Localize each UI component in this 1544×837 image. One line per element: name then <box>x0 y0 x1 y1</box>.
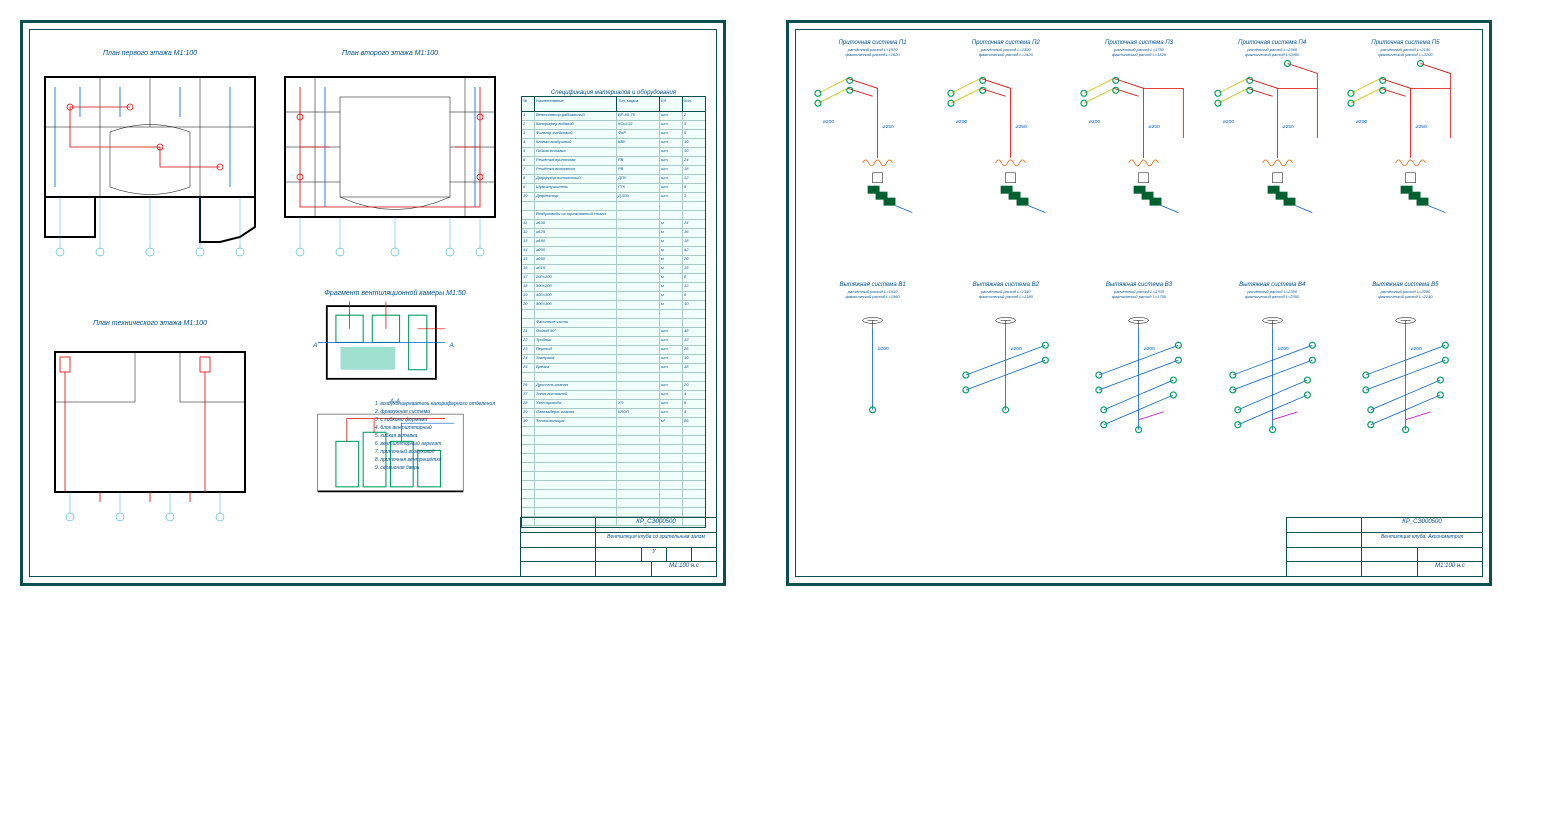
spec-row: 3Фильтр ячейковыйФяРшт5 <box>522 130 705 139</box>
spec-row: 1Вентилятор радиальныйВР-80-75шт2 <box>522 112 705 121</box>
svg-text:А: А <box>449 342 454 349</box>
plan2-title: План второго этажа М1:100 <box>280 50 500 57</box>
legend-item: 1. воздухонагреватель калориферного отде… <box>375 400 495 408</box>
spec-row: 21Отвод 90°шт48 <box>522 328 705 337</box>
supply-system-3: Приточная система П3расчётный расход L=1… <box>1074 40 1203 278</box>
legend-list: 1. воздухонагреватель калориферного отде… <box>375 400 495 472</box>
spec-row: 20500×300м10 <box>522 301 705 310</box>
svg-text:⌀250: ⌀250 <box>1282 124 1293 130</box>
drawing-sheet-1: План первого этажа М1:100 <box>20 20 726 586</box>
spec-row <box>522 454 705 463</box>
spec-row: 9ШумоглушительГТКшт5 <box>522 184 705 193</box>
spec-row: 16⌀315м15 <box>522 265 705 274</box>
spec-row: 6Решётка приточнаяРВшт24 <box>522 157 705 166</box>
spec-row: 26Дроссель-клапаншт20 <box>522 382 705 391</box>
first-floor-plan: План первого этажа М1:100 <box>40 50 260 250</box>
spec-row: 23Переходшт26 <box>522 346 705 355</box>
spec-row <box>522 463 705 472</box>
second-floor-plan: План второго этажа М1:100 <box>280 50 500 250</box>
exhaust-system-1: Вытяжная система В1расчётный расход L=15… <box>808 282 937 520</box>
spec-row <box>522 427 705 436</box>
spec-row: 10ДефлекторД-500шт3 <box>522 193 705 202</box>
spec-row: 17200×200м8 <box>522 274 705 283</box>
svg-text:А: А <box>312 342 317 349</box>
spec-row <box>522 436 705 445</box>
drawing-sheet-2: Приточная система П1расчётный расход L=1… <box>786 20 1492 586</box>
exhaust-system-2: Вытяжная система В2расчётный расход L=13… <box>941 282 1070 520</box>
spec-row: 25Врезкашт18 <box>522 364 705 373</box>
spec-row: 14⌀200м42 <box>522 247 705 256</box>
supply-system-5: Приточная система П5расчётный расход L=2… <box>1341 40 1470 278</box>
exhaust-system-5: Вытяжная система В5расчётный расход L=20… <box>1341 282 1470 520</box>
vent-chamber-fragment: Фрагмент вентиляционной камеры М1:50 А А… <box>290 290 500 530</box>
svg-text:⌀200: ⌀200 <box>1356 119 1367 125</box>
svg-text:⌀200: ⌀200 <box>823 119 834 125</box>
spec-row: 27Зонт вытяжнойшт4 <box>522 391 705 400</box>
spec-row: 8Диффузор потолочныйДПУшт12 <box>522 175 705 184</box>
spec-row: 24Заглушкашт10 <box>522 355 705 364</box>
vent-title: Фрагмент вентиляционной камеры М1:50 <box>290 290 500 297</box>
spec-row <box>522 508 705 517</box>
spec-row <box>522 490 705 499</box>
svg-text:⌀200: ⌀200 <box>1223 119 1234 125</box>
svg-text:⌀250: ⌀250 <box>883 124 894 130</box>
legend-item: 5. гибкая вставка <box>375 432 495 440</box>
spec-row: 4Клапан воздушныйКВУшт10 <box>522 139 705 148</box>
svg-text:⌀200: ⌀200 <box>878 346 889 352</box>
spec-row <box>522 202 705 211</box>
supply-system-4: Приточная система П4расчётный расход L=2… <box>1208 40 1337 278</box>
legend-item: 6. вентиляторный агрегат <box>375 440 495 448</box>
spec-row: 29Огнезадерж. клапанКЛОПшт4 <box>522 409 705 418</box>
spec-row: Фасонные части <box>522 319 705 328</box>
spec-row: 22Тройникшт32 <box>522 337 705 346</box>
specification-table: Спецификация материалов и оборудования №… <box>521 90 706 520</box>
exhaust-system-3: Вытяжная система В3расчётный расход L=17… <box>1074 282 1203 520</box>
spec-row <box>522 481 705 490</box>
svg-text:⌀250: ⌀250 <box>1016 124 1027 130</box>
spec-row: 15⌀250м20 <box>522 256 705 265</box>
spec-row: 18300×200м12 <box>522 283 705 292</box>
legend-item: 8. приточная вентрешётка <box>375 456 495 464</box>
spec-row: 19400×300м6 <box>522 292 705 301</box>
tech-title: План технического этажа М1:100 <box>40 320 260 327</box>
spec-row: 13⌀160м18 <box>522 238 705 247</box>
svg-text:⌀200: ⌀200 <box>1011 346 1022 352</box>
spec-row <box>522 499 705 508</box>
exhaust-system-4: Вытяжная система В4расчётный расход L=23… <box>1208 282 1337 520</box>
spec-row: 30Теплоизоляциям²85 <box>522 418 705 427</box>
supply-system-1: Приточная система П1расчётный расход L=1… <box>808 40 937 278</box>
svg-text:⌀250: ⌀250 <box>1149 124 1160 130</box>
spec-row <box>522 472 705 481</box>
spec-row: 7Решётка вытяжнаяРВшт18 <box>522 166 705 175</box>
technical-floor-plan: План технического этажа М1:100 <box>40 320 260 520</box>
plan1-title: План первого этажа М1:100 <box>40 50 260 57</box>
title-block-2: КР_СЭ000500 Вентиляция клуба. Аксонометр… <box>1286 517 1482 576</box>
svg-text:⌀200: ⌀200 <box>956 119 967 125</box>
spec-row <box>522 373 705 382</box>
title-block: КР_СЭ000500 Вентиляция клуба со зрительн… <box>520 517 716 576</box>
svg-text:⌀250: ⌀250 <box>1415 124 1426 130</box>
spec-row: 5Гибкая вставкашт10 <box>522 148 705 157</box>
svg-text:⌀200: ⌀200 <box>1089 119 1100 125</box>
spec-row: 12⌀125м36 <box>522 229 705 238</box>
supply-system-2: Приточная система П2расчётный расход L=1… <box>941 40 1070 278</box>
legend-item: 4. блок вентиляторный <box>375 424 495 432</box>
svg-text:⌀200: ⌀200 <box>1410 346 1421 352</box>
svg-text:⌀200: ⌀200 <box>1144 346 1155 352</box>
legend-item: 3. с гибкими формами <box>375 416 495 424</box>
spec-row: 2Калорифер водянойКСк3-11шт5 <box>522 121 705 130</box>
legend-item: 2. фрамужная система <box>375 408 495 416</box>
spec-row: 28Узел проходаУПшт6 <box>522 400 705 409</box>
spec-row <box>522 445 705 454</box>
legend-item: 7. приточный воздуховод <box>375 448 495 456</box>
spec-row: Воздуховоды из оцинкованной стали <box>522 211 705 220</box>
spec-row <box>522 310 705 319</box>
svg-text:⌀200: ⌀200 <box>1277 346 1288 352</box>
spec-row: 11⌀100м24 <box>522 220 705 229</box>
legend-item: 9. сервисная дверь <box>375 464 495 472</box>
